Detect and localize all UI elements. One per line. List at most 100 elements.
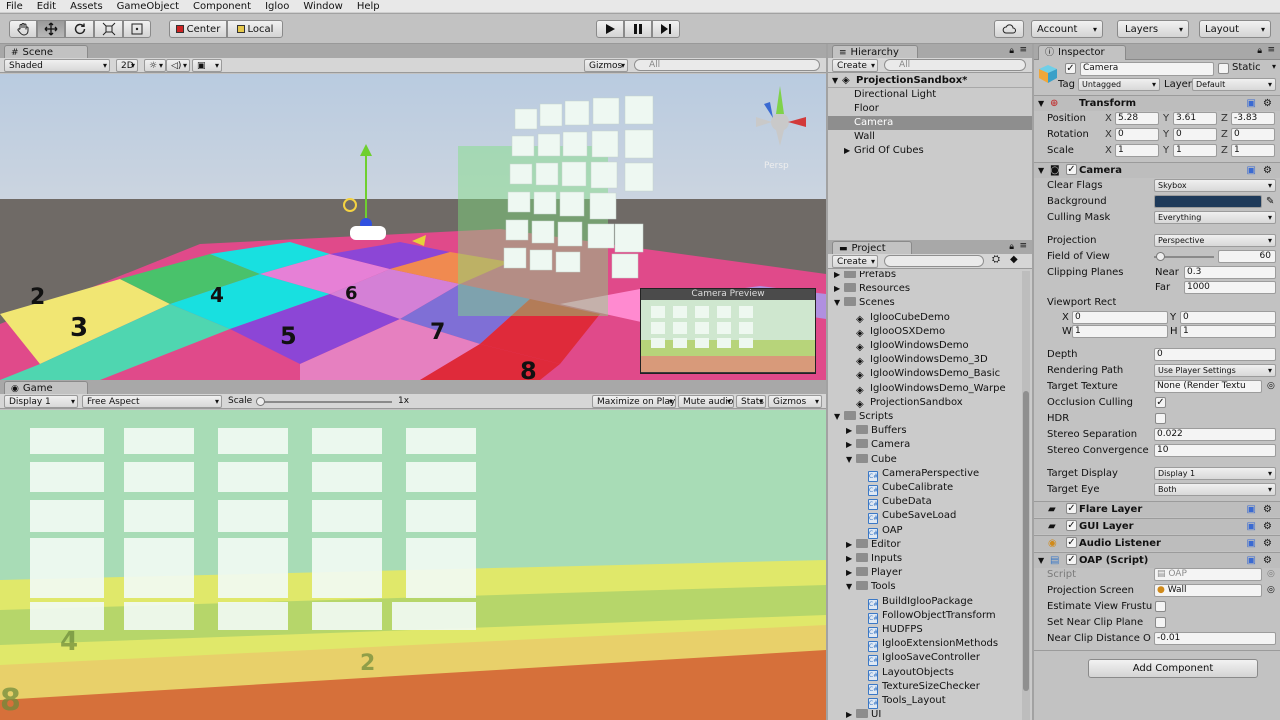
culling-mask-dropdown[interactable]: Everything (1154, 211, 1276, 224)
audio-toggle[interactable]: ◁) (166, 59, 190, 72)
transform-x-field[interactable]: 0 (1115, 128, 1159, 141)
viewport-w-field[interactable]: 1 (1072, 325, 1168, 338)
project-item[interactable]: ▼ Tools (828, 580, 1020, 594)
project-item[interactable]: C# CubeCalibrate (828, 481, 1020, 496)
occlusion-culling-checkbox[interactable]: ✓ (1155, 397, 1166, 408)
object-picker-icon[interactable]: ◎ (1267, 583, 1275, 598)
shading-mode-dropdown[interactable]: Shaded (4, 59, 110, 72)
account-dropdown[interactable]: Account ▾ (1031, 20, 1103, 38)
chevron-down-icon[interactable]: ▾ (1272, 62, 1276, 71)
target-eye-dropdown[interactable]: Both (1154, 483, 1276, 496)
play-button[interactable] (596, 20, 624, 38)
flare-layer-checkbox[interactable]: ✓ (1066, 503, 1077, 514)
gameobject-name-field[interactable]: Camera (1080, 62, 1214, 76)
chevron-right-icon[interactable]: ▶ (846, 438, 852, 452)
camera-header[interactable]: ▼ ◙ ✓ Camera ▣ ⚙ (1034, 162, 1280, 178)
tag-dropdown[interactable]: Untagged (1078, 78, 1160, 91)
target-texture-field[interactable]: None (Render Textu (1154, 380, 1262, 393)
pivot-local-button[interactable]: Local (227, 20, 283, 38)
project-item[interactable]: C# Tools_Layout (828, 694, 1020, 709)
add-component-button[interactable]: Add Component (1088, 659, 1258, 678)
chevron-right-icon[interactable]: ▶ (846, 552, 852, 566)
camera-enabled-checkbox[interactable]: ✓ (1066, 164, 1077, 175)
layout-dropdown[interactable]: Layout ▾ (1199, 20, 1271, 38)
project-item[interactable]: ▶ Resources (828, 282, 1020, 296)
chevron-right-icon[interactable]: ▶ (834, 271, 840, 282)
menu-edit[interactable]: Edit (37, 0, 56, 12)
oap-enabled-checkbox[interactable]: ✓ (1066, 554, 1077, 565)
menu-gameobject[interactable]: GameObject (117, 0, 179, 12)
project-item[interactable]: C# CubeSaveLoad (828, 509, 1020, 525)
project-scrollbar[interactable] (1022, 271, 1030, 720)
stereo-convergence-field[interactable]: 10 (1154, 444, 1276, 457)
project-item[interactable]: C# CubeData (828, 495, 1020, 511)
rotate-tool-button[interactable] (65, 20, 94, 38)
gui-layer-header[interactable]: ▰ ✓ GUI Layer ▣ ⚙ (1034, 518, 1280, 534)
help-icon[interactable]: ▣ (1247, 519, 1256, 534)
chevron-down-icon[interactable]: ▼ (834, 296, 840, 310)
project-item[interactable]: ▶ UI (828, 708, 1020, 720)
project-item[interactable]: C# OAP (828, 524, 1020, 539)
project-item[interactable]: ▼ Cube (828, 453, 1020, 467)
depth-field[interactable]: 0 (1154, 348, 1276, 361)
transform-z-field[interactable]: 1 (1231, 144, 1275, 157)
eyedropper-icon[interactable]: ✎ (1266, 194, 1274, 209)
background-color-field[interactable] (1154, 195, 1262, 208)
stats-toggle[interactable]: Stats (736, 395, 766, 408)
help-icon[interactable]: ▣ (1247, 96, 1256, 111)
project-item[interactable]: C# HUDFPS (828, 623, 1020, 638)
layers-dropdown[interactable]: Layers ▾ (1117, 20, 1189, 38)
project-item[interactable]: ▶ Camera (828, 438, 1020, 452)
project-item[interactable]: ◈ IglooOSXDemo (828, 325, 1020, 339)
project-scroll-thumb[interactable] (1023, 391, 1029, 691)
set-near-clip-checkbox[interactable] (1155, 617, 1166, 628)
project-item[interactable]: C# TextureSizeChecker (828, 680, 1020, 695)
project-item[interactable]: ◈ IglooCubeDemo (828, 311, 1020, 325)
gear-icon[interactable]: ⚙ (1263, 502, 1272, 517)
estimate-frustum-checkbox[interactable] (1155, 601, 1166, 612)
fov-slider-thumb[interactable] (1156, 252, 1165, 261)
chevron-right-icon[interactable]: ▶ (846, 708, 852, 720)
panel-menu-icon[interactable]: ≡ (1019, 45, 1027, 55)
project-item[interactable]: ▶ Inputs (828, 552, 1020, 566)
stereo-separation-field[interactable]: 0.022 (1154, 428, 1276, 441)
scale-slider-thumb[interactable] (256, 397, 265, 406)
near-clip-distance-field[interactable]: -0.01 (1154, 632, 1276, 645)
lock-icon[interactable]: 🔒︎ (1009, 46, 1014, 56)
chevron-right-icon[interactable]: ▶ (846, 566, 852, 580)
hierarchy-item[interactable]: Wall (828, 130, 1032, 144)
transform-z-field[interactable]: 0 (1231, 128, 1275, 141)
projection-dropdown[interactable]: Perspective (1154, 234, 1276, 247)
lighting-toggle[interactable]: ☼ (144, 59, 166, 72)
game-gizmos-dropdown[interactable]: Gizmos (768, 395, 822, 408)
hdr-checkbox[interactable] (1155, 413, 1166, 424)
project-item[interactable]: ▼ Scenes (828, 296, 1020, 310)
chevron-down-icon[interactable]: ▼ (846, 580, 852, 594)
scene-viewport[interactable]: 3 2 4 5 6 7 8 Persp Camera Preview (0, 74, 826, 380)
help-icon[interactable]: ▣ (1247, 536, 1256, 551)
aspect-dropdown[interactable]: Free Aspect (82, 395, 222, 408)
chevron-down-icon[interactable]: ▼ (846, 453, 852, 467)
hierarchy-item[interactable]: Floor (828, 102, 1032, 116)
project-item[interactable]: C# IglooExtensionMethods (828, 637, 1020, 653)
step-button[interactable] (652, 20, 680, 38)
gui-layer-checkbox[interactable]: ✓ (1066, 520, 1077, 531)
flare-layer-header[interactable]: ▰ ✓ Flare Layer ▣ ⚙ (1034, 501, 1280, 517)
project-item[interactable]: C# BuildIglooPackage (828, 595, 1020, 610)
chevron-right-icon[interactable]: ▶ (846, 538, 852, 552)
transform-y-field[interactable]: 1 (1173, 144, 1217, 157)
chevron-down-icon[interactable]: ▼ (834, 410, 840, 424)
object-picker-icon[interactable]: ◎ (1267, 379, 1275, 394)
2d-toggle[interactable]: 2D (116, 59, 138, 72)
viewport-x-field[interactable]: 0 (1072, 311, 1168, 324)
pivot-center-button[interactable]: Center (169, 20, 227, 38)
project-search-input[interactable] (884, 255, 984, 267)
rect-tool-button[interactable] (123, 20, 151, 38)
project-item[interactable]: C# CameraPerspective (828, 467, 1020, 482)
maximize-on-play-toggle[interactable]: Maximize on Play (592, 395, 676, 408)
hierarchy-item[interactable]: Directional Light (828, 88, 1032, 102)
project-item[interactable]: ◈ IglooWindowsDemo_Warpe (828, 382, 1020, 396)
near-field[interactable]: 0.3 (1184, 266, 1276, 279)
display-dropdown[interactable]: Display 1 (4, 395, 78, 408)
chevron-right-icon[interactable]: ▶ (844, 144, 850, 158)
